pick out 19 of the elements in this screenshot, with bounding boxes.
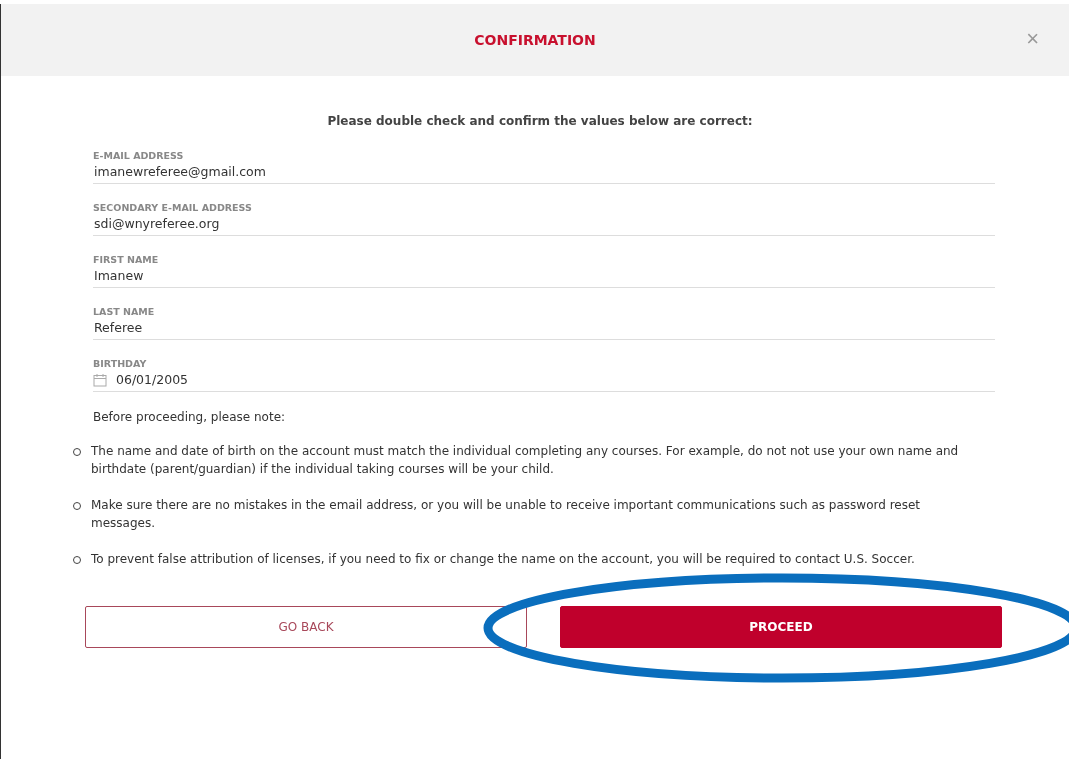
notes-heading: Before proceeding, please note: bbox=[93, 410, 287, 424]
field-value[interactable]: sdi@wnyreferee.org bbox=[93, 216, 248, 231]
field-label: LAST NAME bbox=[93, 306, 156, 317]
field-value[interactable]: imanewreferee@gmail.com bbox=[93, 164, 288, 179]
proceed-button[interactable]: PROCEED bbox=[560, 606, 1002, 648]
intro-text: Please double check and confirm the values below are correct: bbox=[326, 114, 754, 128]
dialog-title: CONFIRMATION bbox=[474, 32, 596, 48]
field-label: SECONDARY E-MAIL ADDRESS bbox=[93, 202, 253, 213]
field-label: E-MAIL ADDRESS bbox=[93, 150, 185, 161]
go-back-button[interactable]: GO BACK bbox=[85, 606, 527, 648]
field-value[interactable]: Referee bbox=[93, 320, 160, 335]
note-text: To prevent false attribution of licenses, if you need to fix or change the name on the account, you will be required to contact U.S. Soccer. bbox=[91, 551, 916, 568]
field-value[interactable]: Imanew bbox=[93, 268, 152, 283]
calendar-icon bbox=[93, 372, 107, 387]
note-text: The name and date of birth on the account must match the individual completing any courses. For example, do not not use your own name and birthdate (parent/guardian) if the individual taking courses will be your child. bbox=[91, 443, 960, 478]
field-value[interactable]: 06/01/2005 bbox=[115, 372, 206, 387]
field-label: FIRST NAME bbox=[93, 254, 160, 265]
field-label: BIRTHDAY bbox=[93, 358, 148, 369]
note-text: Make sure there are no mistakes in the email address, or you will be unable to receive important communications such as password reset messages. bbox=[91, 497, 922, 532]
